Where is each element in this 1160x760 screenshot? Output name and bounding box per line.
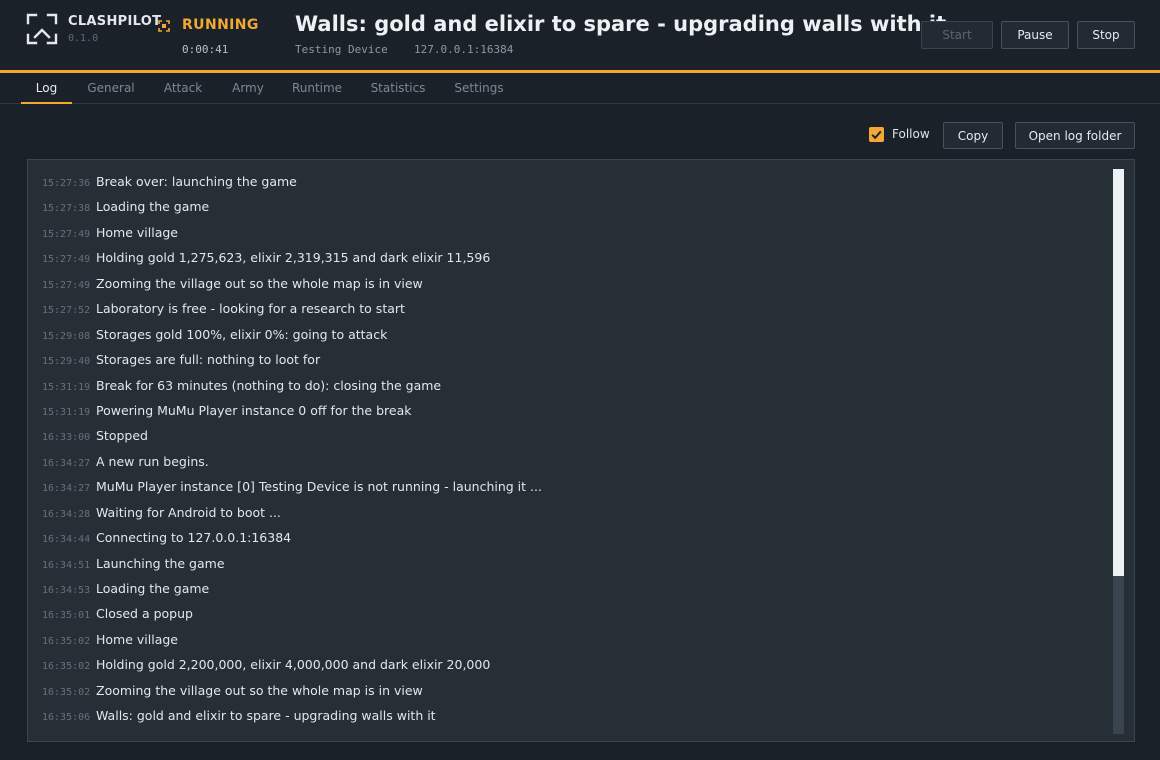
log-timestamp: 15:27:38 bbox=[42, 203, 91, 215]
log-message: Home village bbox=[96, 224, 178, 240]
log-timestamp: 15:27:49 bbox=[42, 228, 91, 240]
log-entry: 15:31:19 Powering MuMu Player instance 0 … bbox=[42, 397, 1102, 422]
log-message: Zooming the village out so the whole map… bbox=[96, 275, 423, 291]
log-entry: 15:27:36 Break over: launching the game bbox=[42, 168, 1102, 193]
tab-settings[interactable]: Settings bbox=[448, 73, 510, 104]
log-message: Break over: launching the game bbox=[96, 174, 297, 189]
tab-statistics[interactable]: Statistics bbox=[364, 73, 432, 104]
log-message: Holding gold 1,275,623, elixir 2,319,315… bbox=[96, 250, 491, 266]
follow-checkbox[interactable] bbox=[869, 127, 884, 142]
log-timestamp: 15:27:49 bbox=[42, 279, 91, 291]
log-message: Launching the game bbox=[96, 555, 225, 571]
start-button[interactable]: Start bbox=[921, 21, 993, 49]
log-entry: 16:35:01 Closed a popup bbox=[42, 600, 1102, 625]
log-message: Loading the game bbox=[96, 199, 210, 215]
tab-log[interactable]: Log bbox=[21, 73, 72, 104]
scrollbar-thumb[interactable] bbox=[1113, 169, 1124, 576]
brand-version: 0.1.0 bbox=[68, 33, 99, 44]
follow-label[interactable]: Follow bbox=[892, 127, 930, 141]
log-timestamp: 16:35:01 bbox=[42, 610, 91, 622]
log-timestamp: 16:34:44 bbox=[42, 534, 91, 546]
tab-army[interactable]: Army bbox=[224, 73, 272, 104]
log-message: Walls: gold and elixir to spare - upgrad… bbox=[96, 708, 436, 724]
running-status-icon bbox=[158, 20, 170, 32]
log-entry: 15:27:49 Holding gold 1,275,623, elixir 2… bbox=[42, 244, 1102, 269]
log-entry: 16:35:02 Zooming the village out so the w… bbox=[42, 677, 1102, 702]
log-timestamp: 16:35:02 bbox=[42, 635, 91, 647]
log-timestamp: 16:34:27 bbox=[42, 457, 91, 469]
device-name: Testing Device bbox=[295, 43, 388, 56]
elapsed-timer: 0:00:41 bbox=[182, 43, 229, 56]
log-message: Connecting to 127.0.0.1:16384 bbox=[96, 530, 292, 546]
log-entry: 15:27:49 Zooming the village out so the w… bbox=[42, 270, 1102, 295]
log-timestamp: 15:27:52 bbox=[42, 305, 91, 317]
log-timestamp: 15:31:19 bbox=[42, 381, 91, 393]
status-label: RUNNING bbox=[182, 17, 259, 33]
log-list: 15:27:36 Break over: launching the game 15… bbox=[42, 168, 1102, 728]
log-entry: 16:34:44 Connecting to 127.0.0.1:16384 bbox=[42, 524, 1102, 549]
tab-general[interactable]: General bbox=[80, 73, 142, 104]
log-message: A new run begins. bbox=[96, 453, 209, 469]
log-message: Storages gold 100%, elixir 0%: going to … bbox=[96, 326, 388, 342]
app-header: CLASHPILOT 0.1.0 RUNNING 0:00:41 Walls: … bbox=[0, 0, 1160, 70]
log-message: Break for 63 minutes (nothing to do): cl… bbox=[96, 377, 442, 393]
log-entry: 16:34:27 MuMu Player instance [0] Testing… bbox=[42, 473, 1102, 498]
pause-button[interactable]: Pause bbox=[1001, 21, 1069, 49]
log-entry: 16:33:00 Stopped bbox=[42, 422, 1102, 447]
tab-attack[interactable]: Attack bbox=[157, 73, 209, 104]
log-panel: 15:27:36 Break over: launching the game 15… bbox=[27, 159, 1135, 742]
log-entry: 16:35:02 Holding gold 2,200,000, elixir 4… bbox=[42, 651, 1102, 676]
log-timestamp: 16:35:02 bbox=[42, 661, 91, 673]
log-message: Stopped bbox=[96, 428, 148, 444]
log-message: Zooming the village out so the whole map… bbox=[96, 682, 423, 698]
log-timestamp: 15:31:19 bbox=[42, 406, 91, 418]
log-entry: 16:34:27 A new run begins. bbox=[42, 448, 1102, 473]
log-message: Laboratory is free - looking for a resea… bbox=[96, 301, 405, 317]
log-entry: 16:35:02 Home village bbox=[42, 626, 1102, 651]
stop-button[interactable]: Stop bbox=[1077, 21, 1135, 49]
log-message: Storages are full: nothing to loot for bbox=[96, 352, 321, 368]
log-message: Holding gold 2,200,000, elixir 4,000,000… bbox=[96, 657, 491, 673]
open-log-folder-button[interactable]: Open log folder bbox=[1015, 122, 1135, 149]
log-timestamp: 15:29:08 bbox=[42, 330, 91, 342]
log-message: Loading the game bbox=[96, 581, 210, 596]
tab-runtime[interactable]: Runtime bbox=[286, 73, 348, 104]
log-timestamp: 16:35:02 bbox=[42, 686, 91, 698]
log-entry: 15:31:19 Break for 63 minutes (nothing to… bbox=[42, 372, 1102, 397]
log-message: Home village bbox=[96, 631, 178, 647]
log-scrollbar[interactable] bbox=[1113, 169, 1124, 734]
copy-button[interactable]: Copy bbox=[943, 122, 1003, 149]
log-entry: 15:29:40 Storages are full: nothing to lo… bbox=[42, 346, 1102, 371]
log-timestamp: 15:27:49 bbox=[42, 254, 91, 266]
logo-icon bbox=[26, 13, 58, 45]
log-timestamp: 16:35:06 bbox=[42, 712, 91, 724]
tab-bar: Log General Attack Army Runtime Statisti… bbox=[0, 73, 1160, 104]
log-timestamp: 15:29:40 bbox=[42, 356, 91, 368]
log-timestamp: 16:34:28 bbox=[42, 508, 91, 520]
log-entry: 15:29:08 Storages gold 100%, elixir 0%: g… bbox=[42, 321, 1102, 346]
brand-name: CLASHPILOT bbox=[68, 14, 162, 29]
log-entry: 16:34:28 Waiting for Android to boot ... bbox=[42, 499, 1102, 524]
device-address: 127.0.0.1:16384 bbox=[414, 43, 514, 56]
log-timestamp: 16:34:27 bbox=[42, 483, 91, 495]
page-title: Walls: gold and elixir to spare - upgrad… bbox=[295, 12, 947, 36]
log-message: Waiting for Android to boot ... bbox=[96, 504, 281, 520]
log-entry: 15:27:49 Home village bbox=[42, 219, 1102, 244]
log-entry: 16:35:06 Walls: gold and elixir to spare … bbox=[42, 702, 1102, 727]
log-timestamp: 16:34:53 bbox=[42, 585, 91, 596]
log-message: MuMu Player instance [0] Testing Device … bbox=[96, 479, 542, 495]
log-entry: 15:27:52 Laboratory is free - looking for… bbox=[42, 295, 1102, 320]
log-timestamp: 15:27:36 bbox=[42, 178, 91, 189]
log-entry: 16:34:53 Loading the game bbox=[42, 575, 1102, 600]
log-message: Closed a popup bbox=[96, 606, 193, 622]
log-entry: 15:27:38 Loading the game bbox=[42, 193, 1102, 218]
log-timestamp: 16:34:51 bbox=[42, 559, 91, 571]
log-entry: 16:34:51 Launching the game bbox=[42, 550, 1102, 575]
log-timestamp: 16:33:00 bbox=[42, 432, 91, 444]
log-message: Powering MuMu Player instance 0 off for … bbox=[96, 402, 412, 418]
